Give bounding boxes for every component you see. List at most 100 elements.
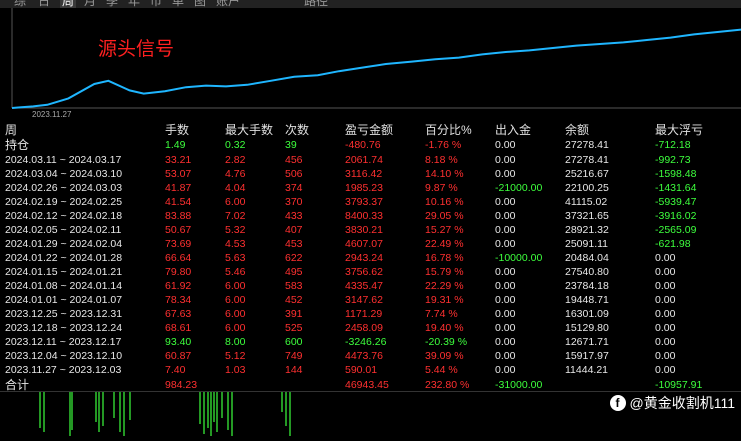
table-row-cell: 23784.18	[565, 280, 609, 292]
table-row-cell: -2565.09	[655, 224, 697, 236]
table-row-cell: 0.00	[495, 168, 516, 180]
table-row-cell: 0.00	[655, 252, 676, 264]
column-header: 手数	[165, 123, 190, 137]
table-row-cell: 41.54	[165, 196, 192, 208]
table-row-cell: 144	[285, 364, 303, 376]
table-row-cell: -1431.64	[655, 182, 697, 194]
column-header: 最大手数	[225, 123, 274, 137]
table-row-cell: 2024.01.29 ~ 2024.02.04	[5, 238, 123, 250]
hold-row-cell: 27278.41	[565, 139, 609, 151]
table-row-cell: 22.49 %	[425, 238, 464, 250]
table-row-cell: -5939.47	[655, 196, 697, 208]
column-header: 出入金	[495, 123, 532, 137]
table-row-cell: 2024.02.26 ~ 2024.03.03	[5, 182, 123, 194]
table-row-cell: 2024.01.15 ~ 2024.01.21	[5, 266, 123, 278]
table-row-cell: 3147.62	[345, 294, 383, 306]
tab-1[interactable]: 日	[38, 0, 50, 8]
table-row-cell: 2023.12.11 ~ 2023.12.17	[5, 336, 122, 348]
table-row-cell: 2458.09	[345, 322, 383, 334]
table-row-cell: 4.04	[225, 182, 246, 194]
table-row-cell: 583	[285, 280, 303, 292]
table-row-cell: 2024.01.22 ~ 2024.01.28	[5, 252, 123, 264]
column-header: 次数	[285, 123, 310, 137]
table-row-cell: 391	[285, 308, 303, 320]
table-row-cell: 1985.23	[345, 182, 383, 194]
table-row-cell: 15.79 %	[425, 266, 464, 278]
tab-5[interactable]: 年	[128, 0, 140, 8]
table-row-cell: 7.40	[165, 364, 186, 376]
table-row-cell: 0.00	[495, 308, 516, 320]
table-row-cell: 4473.76	[345, 350, 383, 362]
table-row-cell: 15129.80	[565, 322, 609, 334]
table-row-cell: 93.40	[165, 336, 192, 348]
table-row-cell: 66.64	[165, 252, 192, 264]
tab-6[interactable]: 币	[150, 0, 162, 8]
table-row-cell: 0.00	[495, 364, 516, 376]
table-row-cell: 2024.02.05 ~ 2024.02.11	[5, 224, 122, 236]
table-row-cell: 5.63	[225, 252, 246, 264]
equity-chart-svg	[11, 8, 741, 109]
table-row-cell: 61.92	[165, 280, 192, 292]
table-row-cell: 29.05 %	[425, 210, 464, 222]
tab-7[interactable]: 单	[172, 0, 184, 8]
table-row-cell: 0.00	[495, 224, 516, 236]
table-row-cell: 8.18 %	[425, 154, 458, 166]
table-row-cell: 0.00	[495, 350, 516, 362]
table-row-cell: 25091.11	[565, 238, 609, 250]
tab-2[interactable]: 周	[60, 0, 77, 8]
table-row-cell: 433	[285, 210, 303, 222]
tab-10[interactable]: 路径	[304, 0, 328, 8]
table-row-cell: 0.00	[495, 196, 516, 208]
watermark: f @黄金收割机111	[609, 393, 735, 413]
hold-row-cell: 0.32	[225, 139, 246, 151]
table-row-cell: 0.00	[495, 238, 516, 250]
table-row-cell: -1598.48	[655, 168, 697, 180]
table-row-cell: 14.10 %	[425, 168, 464, 180]
table-row-cell: 5.44 %	[425, 364, 458, 376]
table-row-cell: 0.00	[655, 266, 676, 278]
table-row-cell: 600	[285, 336, 303, 348]
tab-3[interactable]: 月	[84, 0, 96, 8]
table-row-cell: 28921.32	[565, 224, 609, 236]
table-row-cell: 7.74 %	[425, 308, 458, 320]
tab-4[interactable]: 季	[106, 0, 118, 8]
column-header: 周	[5, 123, 18, 137]
table-row-cell: 0.00	[655, 308, 676, 320]
hold-row-cell: 39	[285, 139, 297, 151]
table-row-cell: 20484.04	[565, 252, 609, 264]
table-row-cell: 25216.67	[565, 168, 609, 180]
chart-date-label: 2023.11.27	[32, 110, 72, 119]
table-row-cell: 67.63	[165, 308, 192, 320]
table-row-cell: 78.34	[165, 294, 192, 306]
table-row-cell: 3116.42	[345, 168, 383, 180]
table-row-cell: 456	[285, 154, 303, 166]
column-header: 盈亏金额	[345, 123, 394, 137]
volume-bars	[39, 392, 291, 436]
table-row-cell: 60.87	[165, 350, 192, 362]
table-row-cell: 2024.01.01 ~ 2024.01.07	[5, 294, 123, 306]
table-row-cell: 22.29 %	[425, 280, 464, 292]
table-row-cell: 5.46	[225, 266, 246, 278]
table-row-cell: 6.00	[225, 322, 246, 334]
weekly-stats-table: 周 手数 最大手数 次数 盈亏金额 百分比% 出入金 余额 最大浮亏 持仓 1.49 0.32 39 -4…	[0, 120, 741, 392]
table-row-cell: 0.00	[655, 294, 676, 306]
table-row-cell: -3246.26	[345, 336, 387, 348]
table-row-cell: 1171.29	[345, 308, 383, 320]
hold-row-cell: 持仓	[5, 138, 30, 152]
chart-title: 源头信号	[98, 39, 175, 60]
table-row-cell: 22100.25	[565, 182, 609, 194]
table-row-cell: 4.76	[225, 168, 246, 180]
table-row-cell: 6.00	[225, 196, 246, 208]
table-row-cell: 8400.33	[345, 210, 383, 222]
tab-9[interactable]: 账户	[216, 0, 240, 8]
table-row-cell: 68.61	[165, 322, 192, 334]
hold-row-cell: 1.49	[165, 139, 186, 151]
table-row-cell: 8.00	[225, 336, 246, 348]
column-header: 百分比%	[425, 123, 472, 137]
table-row-cell: 622	[285, 252, 303, 264]
table-row-cell: -3916.02	[655, 210, 697, 222]
equity-chart: 源头信号 2023.11.27	[0, 8, 741, 120]
tab-8[interactable]: 图	[194, 0, 206, 8]
tab-0[interactable]: 综	[14, 0, 26, 8]
table-row-cell: 10.16 %	[425, 196, 464, 208]
